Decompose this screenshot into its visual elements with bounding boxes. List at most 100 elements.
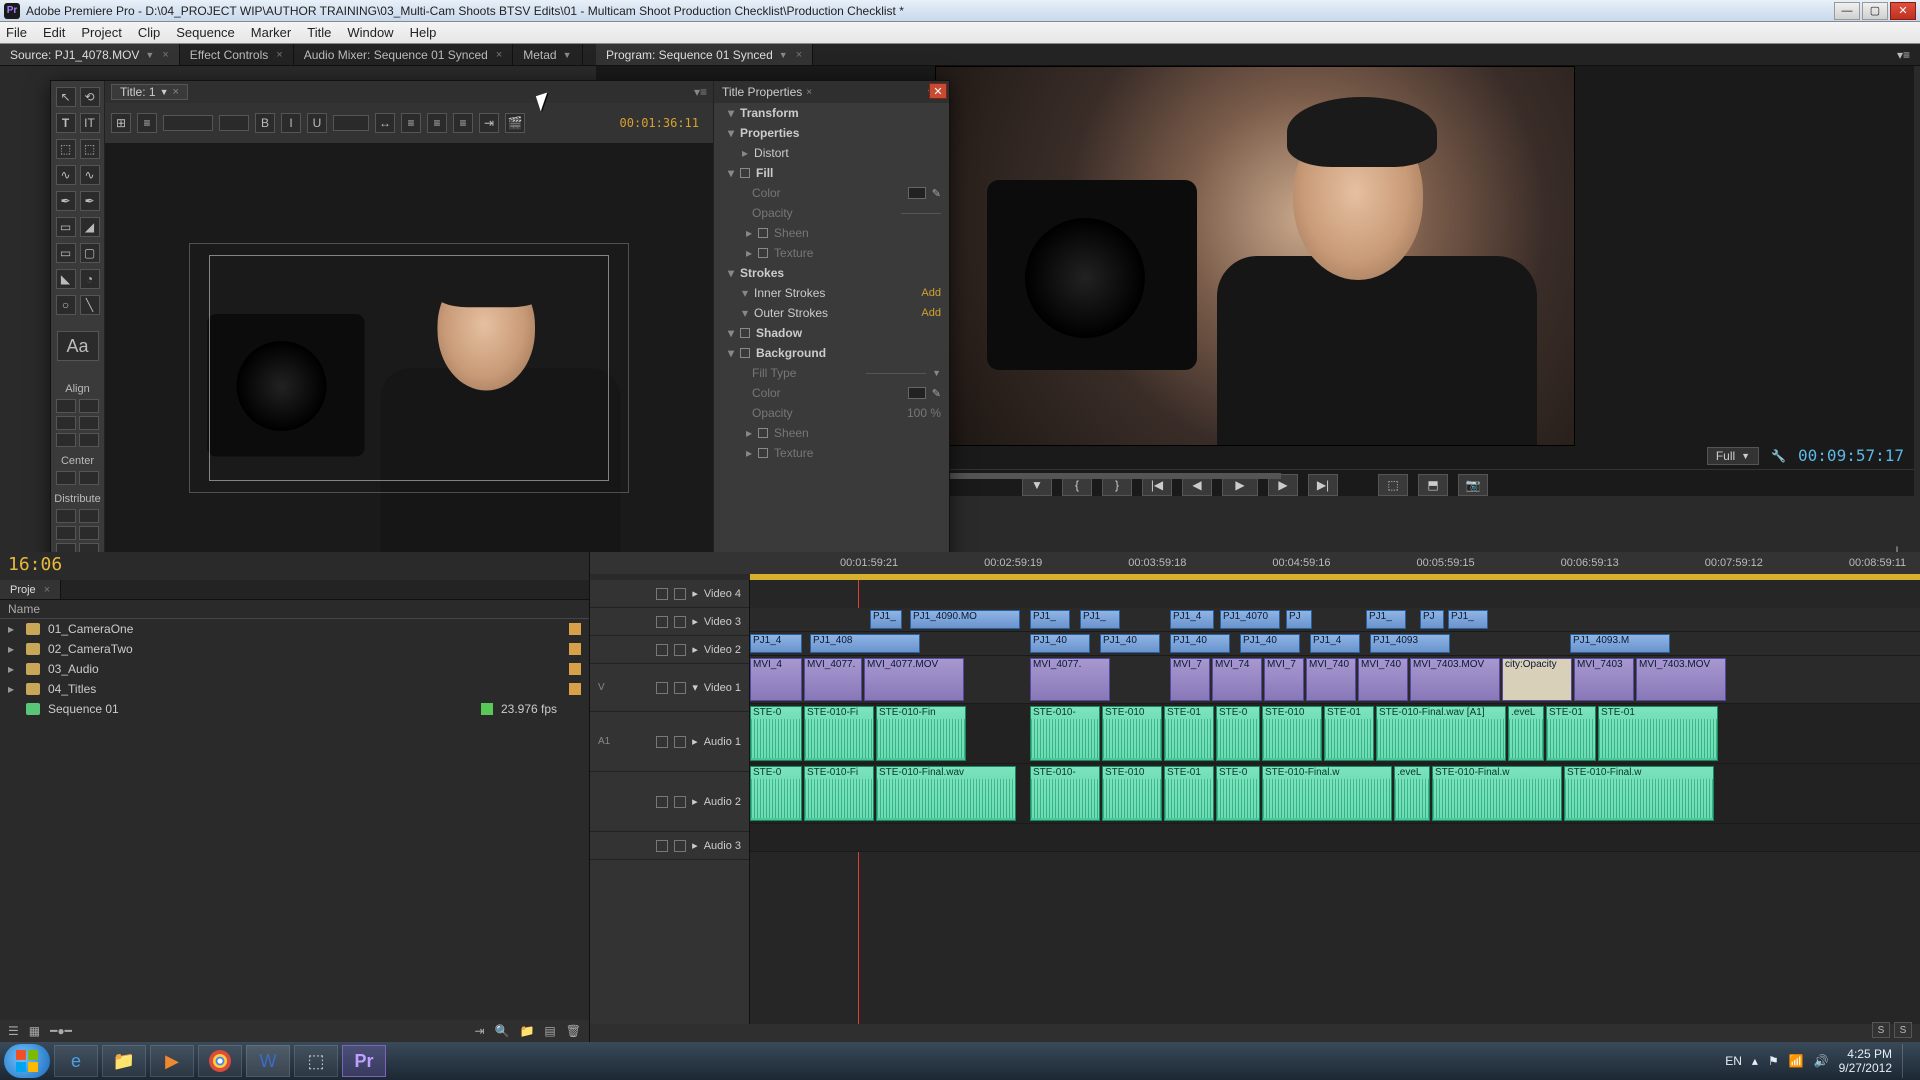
shadow-checkbox[interactable]: [740, 328, 750, 338]
toggle-sync-lock-button[interactable]: [674, 840, 686, 852]
tray-network-icon[interactable]: 📶: [1789, 1054, 1804, 1068]
prop-inner-strokes[interactable]: Inner Strokes: [754, 286, 825, 300]
titler-close-button[interactable]: ✕: [929, 83, 947, 99]
disclosure-triangle-icon[interactable]: ▾: [728, 126, 734, 140]
chevron-down-icon[interactable]: ▼: [563, 50, 572, 60]
disclosure-triangle-icon[interactable]: ▾: [742, 286, 748, 300]
vertical-path-type-tool[interactable]: ∿: [80, 165, 100, 185]
audio-mixer-tab[interactable]: Audio Mixer: Sequence 01 Synced×: [294, 44, 514, 65]
align-center-text-button[interactable]: ≡: [427, 113, 447, 133]
window-minimize-button[interactable]: —: [1834, 2, 1860, 20]
background-checkbox[interactable]: [740, 348, 750, 358]
bg-sheen-checkbox[interactable]: [758, 428, 768, 438]
timeline-clip[interactable]: MVI_7: [1264, 658, 1304, 701]
disclosure-triangle-icon[interactable]: ▸: [746, 226, 752, 240]
prop-texture[interactable]: Texture: [774, 246, 813, 260]
label-swatch[interactable]: [481, 703, 493, 715]
bold-button[interactable]: B: [255, 113, 275, 133]
timeline-clip[interactable]: PJ1_4090.MO: [910, 610, 1020, 629]
timeline-audio-clip[interactable]: STE-01: [1598, 706, 1718, 761]
pen-tool[interactable]: ✒: [56, 191, 76, 211]
toggle-sync-lock-button[interactable]: [674, 588, 686, 600]
zoom-slider[interactable]: ━●━: [50, 1024, 72, 1038]
title-tab[interactable]: Title: 1 ▼ ×: [111, 84, 188, 100]
line-tool[interactable]: ╲: [80, 295, 100, 315]
distribute-left-button[interactable]: [56, 526, 76, 540]
area-type-tool[interactable]: ⬚: [56, 139, 76, 159]
timeline-clip[interactable]: MVI_7403: [1574, 658, 1634, 701]
chevron-down-icon[interactable]: ▼: [932, 368, 941, 378]
track-header-video1[interactable]: V▾Video 1: [590, 664, 749, 712]
timeline-audio-clip[interactable]: STE-01: [1324, 706, 1374, 761]
timeline-clip[interactable]: PJ1_4: [750, 634, 802, 653]
timeline-clip[interactable]: MVI_7: [1170, 658, 1210, 701]
system-clock[interactable]: 4:25 PM 9/27/2012: [1839, 1047, 1892, 1075]
align-top-button[interactable]: [56, 416, 76, 430]
timeline-clip[interactable]: MVI_4077.: [804, 658, 862, 701]
disclosure-triangle-icon[interactable]: ▸: [742, 146, 748, 160]
project-column-name[interactable]: Name: [8, 602, 168, 616]
track-header-audio3[interactable]: ▸Audio 3: [590, 832, 749, 860]
taskbar-app-button[interactable]: ⬚: [294, 1045, 338, 1077]
templates-button[interactable]: ⊞: [111, 113, 131, 133]
timeline-clip[interactable]: PJ: [1420, 610, 1444, 629]
timeline-clip[interactable]: MVI_740: [1306, 658, 1356, 701]
new-bin-button[interactable]: 📁: [519, 1024, 534, 1038]
extract-button[interactable]: ⬒: [1418, 474, 1448, 496]
underline-button[interactable]: U: [307, 113, 327, 133]
timeline-clip[interactable]: PJ1_: [870, 610, 902, 629]
menu-project[interactable]: Project: [81, 25, 121, 40]
taskbar-premiere-button[interactable]: Pr: [342, 1045, 386, 1077]
timeline-horizontal-scrollbar[interactable]: [590, 1024, 1920, 1042]
program-timecode[interactable]: 00:09:57:17: [1798, 446, 1904, 465]
toggle-sync-lock-button[interactable]: [674, 644, 686, 656]
timeline-audio-clip[interactable]: STE-0: [1216, 766, 1260, 821]
close-icon[interactable]: ×: [173, 86, 179, 98]
panel-menu-button[interactable]: ▾≡: [1887, 44, 1920, 65]
eyedropper-icon[interactable]: ✎: [932, 187, 941, 200]
timeline-audio-clip[interactable]: STE-010-Fi: [804, 766, 874, 821]
align-right-button[interactable]: [79, 399, 99, 413]
timeline-clip[interactable]: PJ1_4: [1170, 610, 1214, 629]
arc-tool[interactable]: ◔: [80, 269, 100, 289]
language-indicator[interactable]: EN: [1725, 1054, 1742, 1068]
prop-shadow-header[interactable]: Shadow: [756, 326, 802, 340]
timeline-clip[interactable]: PJ1_: [1366, 610, 1406, 629]
titler-timecode[interactable]: 00:01:36:11: [620, 116, 699, 130]
taskbar-explorer-button[interactable]: 📁: [102, 1045, 146, 1077]
font-family-dropdown[interactable]: [163, 115, 213, 131]
automate-to-sequence-button[interactable]: ⇥: [474, 1024, 484, 1038]
settings-icon[interactable]: 🔧: [1771, 449, 1786, 463]
toggle-sync-lock-button[interactable]: [674, 616, 686, 628]
disclosure-triangle-icon[interactable]: ▾: [728, 346, 734, 360]
rounded-rect-tool[interactable]: ▢: [80, 243, 100, 263]
timeline-clip[interactable]: PJ1_4093: [1370, 634, 1450, 653]
menu-title[interactable]: Title: [307, 25, 331, 40]
source-timecode[interactable]: 16:06: [0, 552, 589, 580]
timeline-audio-clip[interactable]: STE-010: [1262, 706, 1322, 761]
track-header-audio1[interactable]: A1▸Audio 1: [590, 712, 749, 772]
add-outer-stroke-button[interactable]: Add: [921, 307, 941, 319]
menu-help[interactable]: Help: [410, 25, 437, 40]
timeline-clip[interactable]: PJ1_40: [1240, 634, 1300, 653]
prop-strokes-header[interactable]: Strokes: [740, 266, 784, 280]
window-close-button[interactable]: ✕: [1890, 2, 1916, 20]
align-left-text-button[interactable]: ≡: [401, 113, 421, 133]
toggle-sync-lock-button[interactable]: [674, 736, 686, 748]
tray-show-hidden-icon[interactable]: ▴: [1752, 1054, 1758, 1068]
prop-outer-strokes[interactable]: Outer Strokes: [754, 306, 828, 320]
toggle-track-output-button[interactable]: [656, 736, 668, 748]
icon-view-button[interactable]: ▦: [29, 1024, 40, 1038]
disclosure-triangle-icon[interactable]: ▾: [728, 266, 734, 280]
align-bottom-button[interactable]: [79, 416, 99, 430]
timeline-audio-clip[interactable]: STE-010-Final.wav: [876, 766, 1016, 821]
timeline-clip[interactable]: PJ1_408: [810, 634, 920, 653]
timeline-audio-clip[interactable]: .eveL: [1394, 766, 1430, 821]
prop-bg-texture[interactable]: Texture: [774, 446, 813, 460]
list-view-button[interactable]: ☰: [8, 1024, 19, 1038]
align-hcenter-button[interactable]: [56, 433, 76, 447]
bin-row[interactable]: ▸01_CameraOne: [0, 619, 589, 639]
taskbar-ie-button[interactable]: e: [54, 1045, 98, 1077]
timeline-audio-clip[interactable]: STE-01: [1164, 766, 1214, 821]
track-header-audio2[interactable]: ▸Audio 2: [590, 772, 749, 832]
